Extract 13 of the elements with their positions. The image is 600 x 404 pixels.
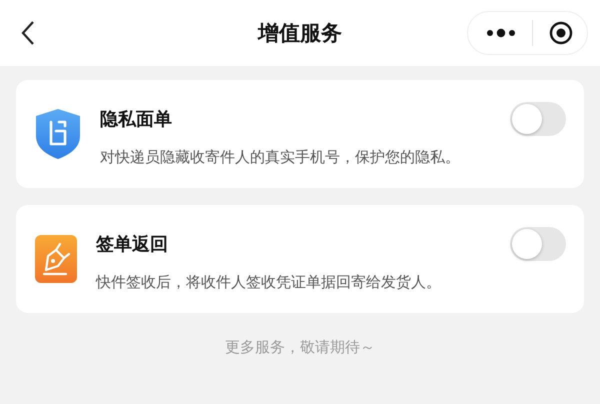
footer-note: 更多服务，敬请期待～ — [225, 338, 375, 357]
service-description: 快件签收后，将收件人签收凭证单据回寄给发货人。 — [96, 272, 442, 292]
close-icon[interactable] — [549, 21, 573, 45]
service-description: 对快递员隐藏收寄件人的真实手机号，保护您的隐私。 — [100, 148, 461, 166]
back-icon[interactable] — [20, 20, 36, 46]
more-icon[interactable] — [486, 28, 516, 38]
toggle-switch[interactable] — [510, 102, 566, 136]
page-title: 增值服务 — [258, 20, 342, 47]
pen-icon — [34, 234, 78, 284]
toggle-switch[interactable] — [510, 226, 566, 260]
shield-icon — [34, 108, 82, 160]
service-title: 隐私面单 — [100, 108, 172, 130]
service-title: 签单返回 — [96, 232, 168, 256]
